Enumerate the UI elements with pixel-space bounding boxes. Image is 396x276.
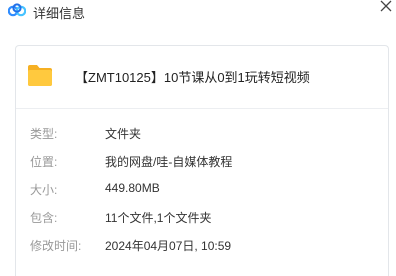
window-title: 详细信息 bbox=[33, 6, 86, 21]
title-bar: 详细信息 bbox=[0, 0, 396, 24]
file-name: 【ZMT10125】10节课从0到1玩转短视频 bbox=[75, 70, 310, 85]
location-label: 位置: bbox=[30, 155, 58, 169]
modified-time-label: 修改时间: bbox=[30, 239, 82, 253]
baidu-netdisk-cloud-icon bbox=[8, 3, 26, 17]
location-link[interactable]: 我的网盘/哇-自媒体教程 bbox=[105, 153, 232, 170]
file-header: 【ZMT10125】10节课从0到1玩转短视频 bbox=[16, 46, 388, 109]
contains-label: 包含: bbox=[30, 211, 58, 225]
type-label: 类型: bbox=[30, 127, 58, 141]
close-icon[interactable] bbox=[378, 0, 394, 15]
modified-time-value: 2024年04月07日, 10:59 bbox=[105, 239, 232, 253]
type-value: 文件夹 bbox=[105, 127, 142, 141]
folder-icon bbox=[28, 65, 52, 86]
contains-value: 11个文件,1个文件夹 bbox=[105, 211, 212, 225]
details-card: 【ZMT10125】10节课从0到1玩转短视频 类型: 文件夹 位置: 我的网盘… bbox=[15, 45, 389, 276]
size-label: 大小: bbox=[30, 183, 58, 197]
size-value: 449.80MB bbox=[105, 181, 160, 195]
